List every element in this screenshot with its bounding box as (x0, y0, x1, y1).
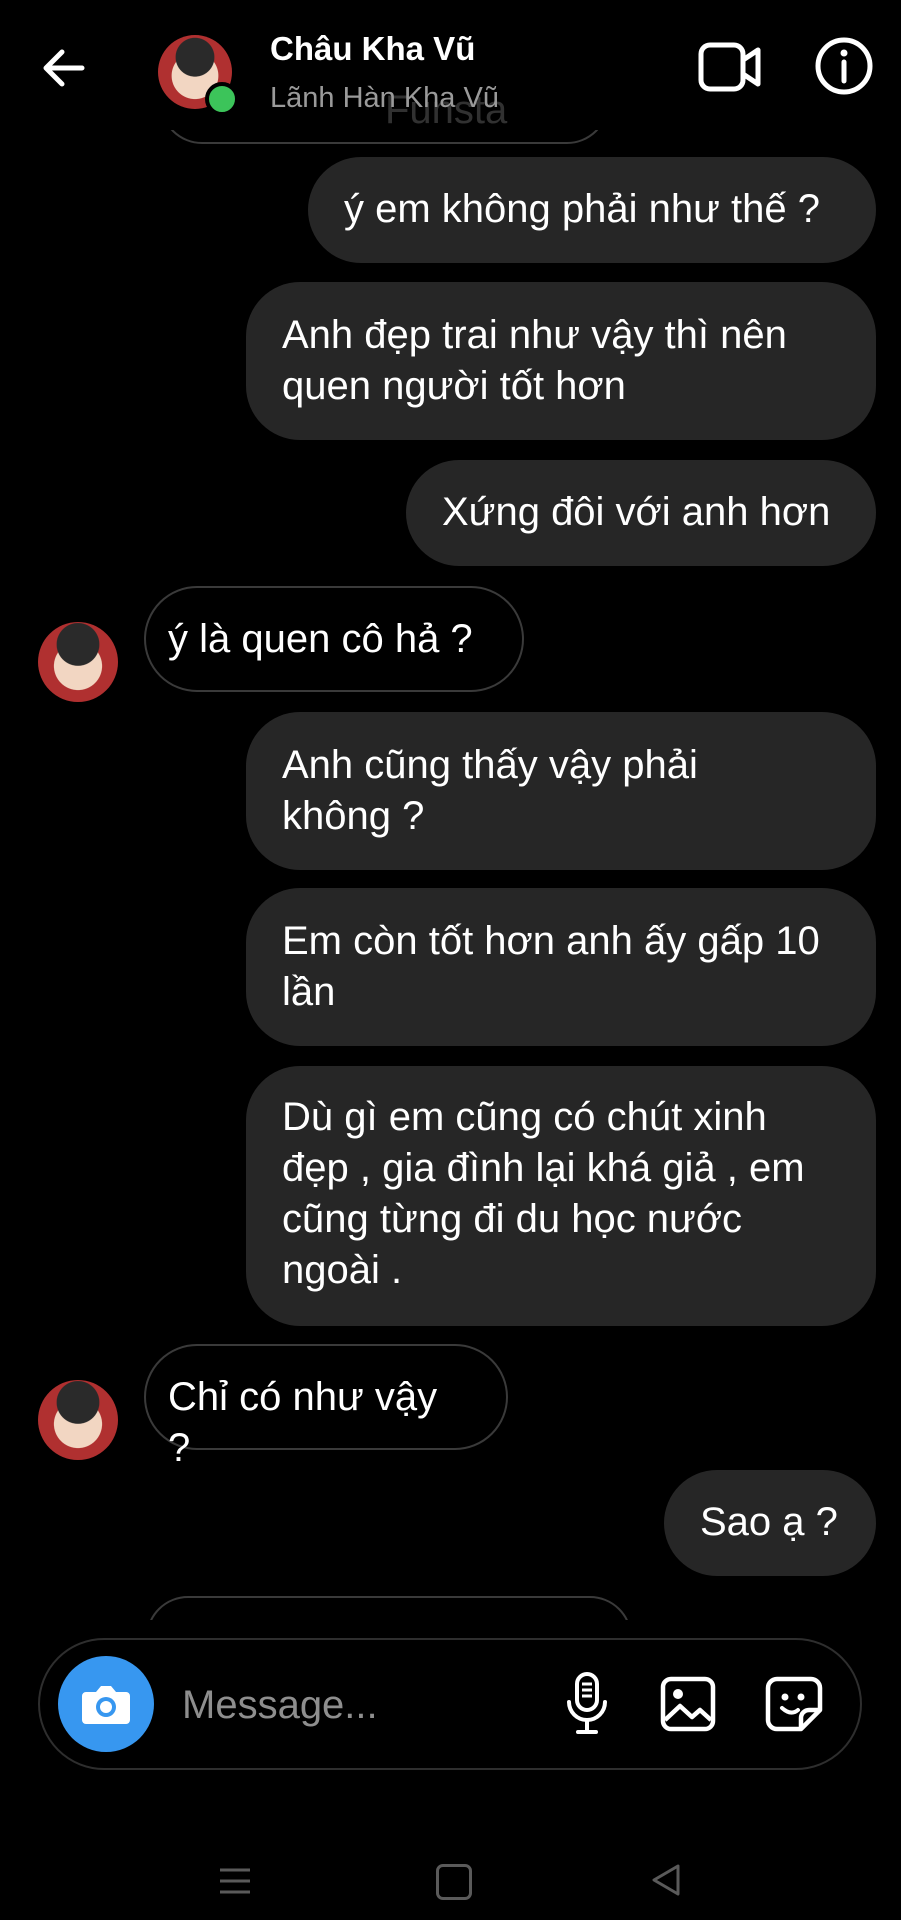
info-icon (815, 37, 873, 95)
home-button[interactable] (436, 1864, 472, 1900)
camera-icon (82, 1686, 130, 1724)
sent-message-bubble[interactable]: ý em không phải như thế ? (308, 157, 876, 263)
received-message-bubble[interactable]: ý là quen cô hả ? (144, 586, 524, 692)
back-button[interactable] (36, 40, 92, 96)
recent-apps-button[interactable] (218, 1864, 252, 1898)
message-text: quen người tốt hơn (282, 364, 626, 408)
message-text: cũng từng đi du học nước (282, 1197, 743, 1241)
microphone-icon (567, 1672, 607, 1734)
voice-message-button[interactable] (562, 1670, 612, 1736)
sticker-icon (765, 1676, 823, 1732)
system-back-button[interactable] (648, 1862, 684, 1898)
sent-message-bubble[interactable]: Anh cũng thấy vậy phải không ? (246, 712, 876, 870)
message-text: Anh cũng thấy vậy phải (282, 743, 698, 787)
message-text: không ? (282, 794, 425, 838)
sent-message-bubble[interactable]: Xứng đôi với anh hơn (406, 460, 876, 566)
camera-button[interactable] (58, 1656, 154, 1752)
sticker-button[interactable] (765, 1676, 823, 1732)
message-thread[interactable]: ý em không phải như thế ? Anh đẹp trai n… (0, 100, 901, 1620)
chat-header: Châu Kha Vũ Funsta Lãnh Hàn Kha Vũ (0, 0, 901, 132)
gallery-button[interactable] (660, 1676, 716, 1732)
message-text: lần (282, 970, 336, 1014)
message-text: ý là quen cô hả ? (168, 617, 473, 661)
arrow-left-icon (43, 49, 85, 87)
message-text: Sao ạ ? (700, 1500, 838, 1544)
contact-name[interactable]: Châu Kha Vũ (270, 30, 475, 68)
sent-message-bubble[interactable]: Anh đẹp trai như vậy thì nên quen người … (246, 282, 876, 440)
contact-avatar-small[interactable] (38, 622, 118, 702)
next-message-bubble[interactable] (146, 1596, 632, 1620)
video-camera-icon (698, 42, 761, 92)
message-input[interactable] (180, 1674, 484, 1736)
contact-username: Lãnh Hàn Kha Vũ (270, 82, 499, 114)
online-status-indicator (205, 82, 239, 116)
message-text: Em còn tốt hơn anh ấy gấp 10 (282, 919, 820, 963)
system-navigation-bar (0, 1820, 901, 1920)
video-call-button[interactable] (698, 40, 762, 94)
image-icon (660, 1676, 716, 1732)
message-text: Anh đẹp trai như vậy thì nên (282, 313, 787, 357)
sent-message-bubble[interactable]: Dù gì em cũng có chút xinh đẹp , gia đìn… (246, 1066, 876, 1326)
conversation-info-button[interactable] (814, 36, 874, 96)
triangle-back-icon (652, 1864, 680, 1896)
message-text: Xứng đôi với anh hơn (442, 490, 831, 534)
message-text: Dù gì em cũng có chút xinh (282, 1095, 767, 1139)
message-composer (38, 1638, 862, 1770)
received-message-bubble[interactable]: Chỉ có như vậy ? (144, 1344, 508, 1470)
message-text: Chỉ có như vậy ? (168, 1375, 438, 1470)
message-text: ý em không phải như thế ? (344, 187, 820, 231)
contact-avatar-small[interactable] (38, 1380, 118, 1460)
message-text: đẹp , gia đình lại khá giả , em (282, 1146, 805, 1190)
sent-message-bubble[interactable]: Sao ạ ? (664, 1470, 876, 1576)
sent-message-bubble[interactable]: Em còn tốt hơn anh ấy gấp 10 lần (246, 888, 876, 1046)
menu-icon (220, 1868, 250, 1894)
message-text: ngoài . (282, 1248, 403, 1292)
